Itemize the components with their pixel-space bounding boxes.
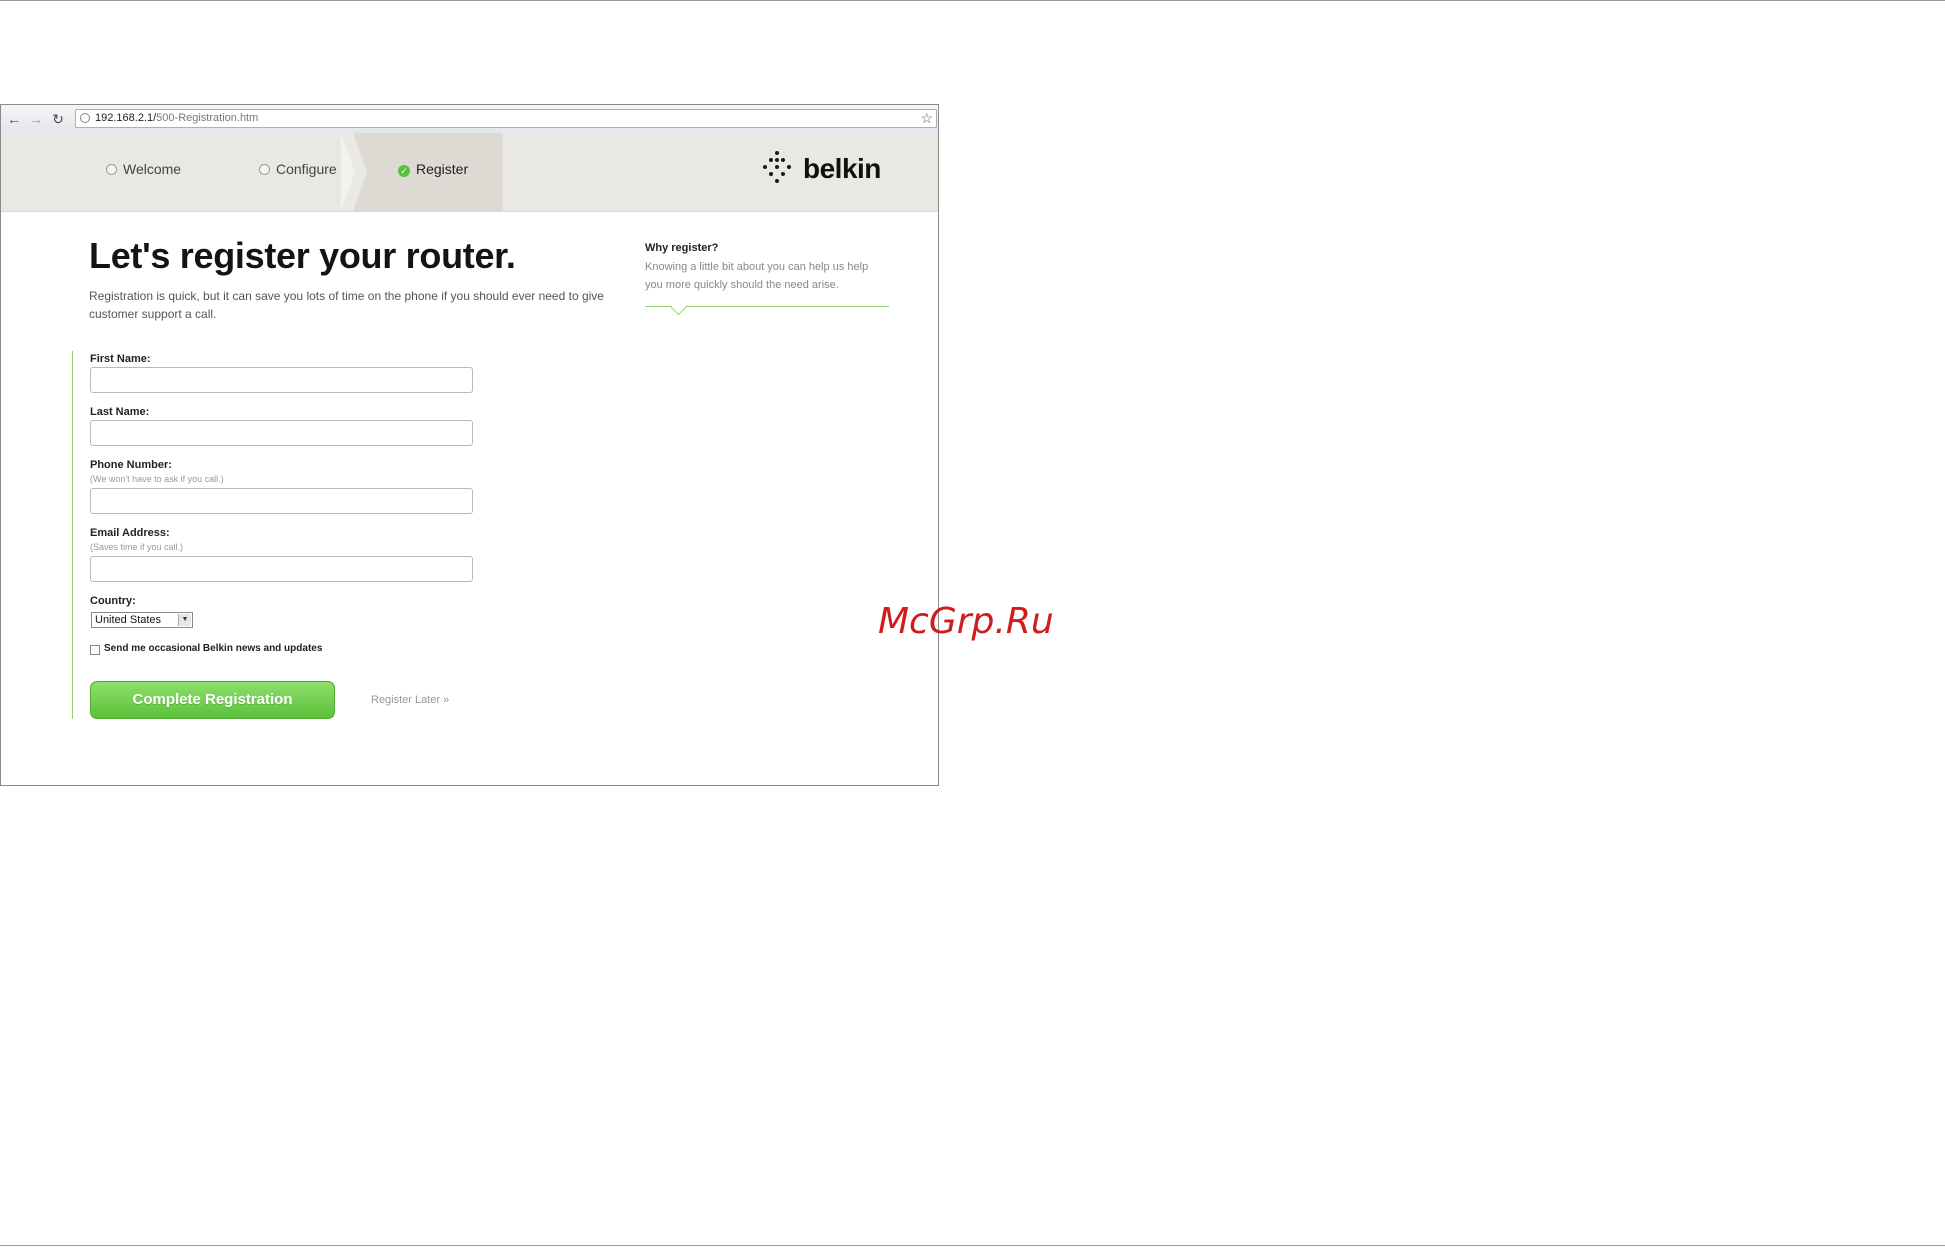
page-top-rule <box>0 0 1945 1</box>
step-welcome[interactable]: Welcome <box>106 161 181 177</box>
step-complete-check-icon: ✓ <box>398 165 410 177</box>
browser-toolbar: ← → ↻ 192.168.2.1/500-Registration.htm ☆ <box>1 105 938 134</box>
back-arrow-icon[interactable]: ← <box>5 110 23 128</box>
step-label: Welcome <box>123 161 182 177</box>
phone-field[interactable] <box>90 488 473 514</box>
dropdown-arrow-icon[interactable]: ▼ <box>178 614 191 626</box>
email-label: Email Address: <box>90 527 170 539</box>
url-host: 192.168.2.1/ <box>95 112 157 124</box>
page-intro: Registration is quick, but it can save y… <box>89 289 604 321</box>
forward-arrow-icon[interactable]: → <box>27 110 45 128</box>
newsletter-label: Send me occasional Belkin news and updat… <box>104 643 323 654</box>
step-incomplete-icon <box>259 164 270 175</box>
belkin-logo-wordmark: belkin <box>803 153 881 184</box>
country-selected-value: United States <box>95 614 162 626</box>
why-register-text: Knowing a little bit about you can help … <box>645 261 869 291</box>
step-incomplete-icon <box>106 164 117 175</box>
last-name-label: Last Name: <box>90 406 150 418</box>
step-divider-arrow <box>341 133 355 211</box>
phone-label: Phone Number: <box>90 459 172 471</box>
form-accent-bar <box>72 351 73 719</box>
first-name-field[interactable] <box>90 367 473 393</box>
browser-window: ← → ↻ 192.168.2.1/500-Registration.htm ☆… <box>0 104 939 786</box>
register-later-link[interactable]: Register Later » <box>371 694 449 706</box>
country-label: Country: <box>90 595 136 607</box>
complete-registration-button[interactable]: Complete Registration <box>90 681 335 719</box>
page-info-icon <box>80 113 90 123</box>
step-configure[interactable]: Configure <box>259 161 337 177</box>
step-label: Register <box>416 161 469 177</box>
step-register[interactable]: ✓ Register <box>398 161 468 177</box>
bookmark-star-icon[interactable]: ☆ <box>920 110 933 127</box>
phone-hint: (We won't have to ask if you call.) <box>90 474 224 484</box>
email-field[interactable] <box>90 556 473 582</box>
first-name-label: First Name: <box>90 353 151 365</box>
url-path: 500-Registration.htm <box>156 112 259 124</box>
country-select[interactable]: United States ▼ <box>91 612 193 628</box>
sidebar-divider-notch <box>670 299 687 316</box>
address-bar[interactable]: 192.168.2.1/500-Registration.htm ☆ <box>75 109 937 128</box>
page-title: Let's register your router. <box>89 235 516 276</box>
setup-steps-header: Welcome Configure ✓ Register belkin <box>1 133 938 212</box>
newsletter-checkbox[interactable] <box>90 645 100 655</box>
email-hint: (Saves time if you call.) <box>90 542 184 552</box>
step-label: Configure <box>276 161 337 177</box>
reload-icon[interactable]: ↻ <box>49 110 67 128</box>
why-register-title: Why register? <box>645 242 719 254</box>
belkin-logo-dots <box>763 151 793 185</box>
watermark-text: McGrp.Ru <box>878 601 1054 642</box>
last-name-field[interactable] <box>90 420 473 446</box>
page-bottom-rule <box>0 1245 1945 1246</box>
address-url: 192.168.2.1/500-Registration.htm <box>95 112 258 124</box>
